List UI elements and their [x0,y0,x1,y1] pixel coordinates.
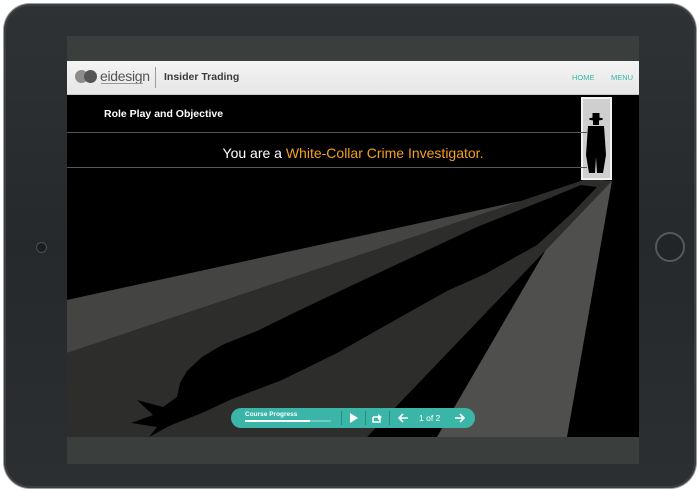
headline-rule [67,167,587,168]
replay-button[interactable] [368,410,384,426]
home-link[interactable]: HOME [572,73,595,82]
course-screen: eidesign Insider Trading HOME MENU Role … [67,36,639,464]
previous-button[interactable] [395,410,411,426]
home-hardware-button[interactable] [655,232,685,262]
camera-icon [36,242,47,253]
header-divider [155,67,156,88]
logo-text: eidesign [100,68,150,84]
title-rule [67,132,587,133]
progress-fill [245,420,310,422]
slide-stage: Role Play and Objective You are a White-… [67,95,639,437]
player-controls: Course Progress 1 of 2 [231,408,475,428]
tablet-frame: eidesign Insider Trading HOME MENU Role … [4,4,696,488]
replay-icon [371,413,382,423]
arrow-right-icon [455,413,466,423]
course-header: eidesign Insider Trading HOME MENU [67,61,639,95]
progress-track [245,420,331,422]
eidesign-logo: eidesign [75,68,155,87]
course-title: Insider Trading [164,71,240,83]
bottom-bar [67,437,639,464]
arrow-left-icon [397,413,408,423]
play-button[interactable] [345,410,361,426]
section-title: Role Play and Objective [104,108,224,120]
headline-prefix: You are a [222,145,286,161]
progress-label: Course Progress [245,411,298,418]
page-indicator: 1 of 2 [419,413,441,423]
next-button[interactable] [452,410,468,426]
headline: You are a White-Collar Crime Investigato… [67,145,639,161]
menu-link[interactable]: MENU [611,73,633,82]
play-icon [349,413,358,423]
headline-role: White-Collar Crime Investigator. [285,145,484,161]
